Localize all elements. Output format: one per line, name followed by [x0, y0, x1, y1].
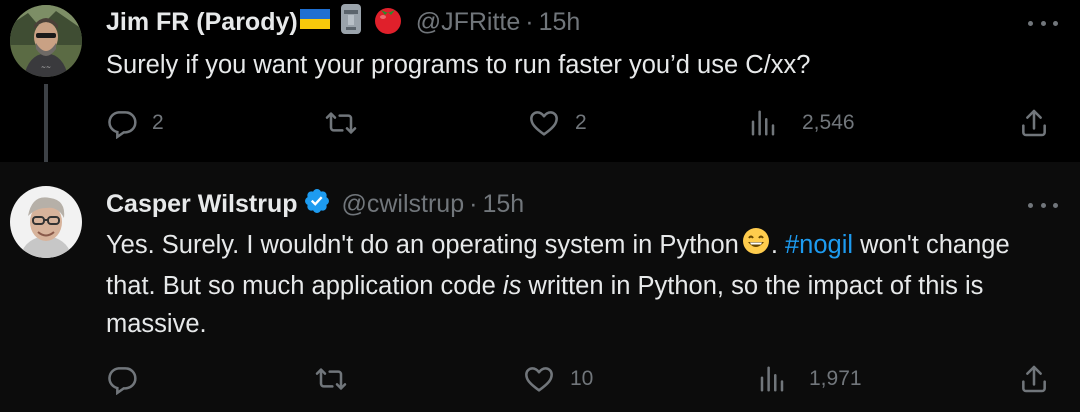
share-button[interactable]	[1018, 362, 1050, 396]
author-name[interactable]: Casper Wilstrup	[106, 190, 297, 219]
separator-dot: ·	[469, 189, 478, 218]
heart-icon	[525, 367, 553, 392]
svg-text:~~: ~~	[41, 64, 51, 71]
retweet-icon	[325, 112, 357, 134]
tweet-text-part: Yes. Surely. I wouldn't do an operating …	[106, 231, 739, 260]
share-icon	[1022, 365, 1046, 393]
reply-button[interactable]	[106, 362, 152, 396]
timestamp[interactable]: 15h	[539, 8, 581, 37]
ukraine-flag-icon	[299, 7, 330, 38]
tweet-text: Yes. Surely. I wouldn't do an operating …	[106, 226, 1046, 343]
avatar[interactable]	[10, 186, 82, 258]
like-button[interactable]: 2	[527, 106, 587, 140]
tweet-text: Surely if you want your programs to run …	[106, 51, 811, 79]
reply-button[interactable]: 2	[106, 106, 164, 140]
share-button[interactable]	[1018, 106, 1050, 140]
more-options-icon[interactable]	[1028, 198, 1058, 212]
tweet-parent[interactable]: ~~ Jim FR (Parody) @JFRitte · 15h Surely…	[0, 0, 1080, 176]
like-count: 10	[570, 367, 594, 390]
verified-badge-icon	[303, 187, 331, 222]
tweet-text-emphasis: is	[502, 272, 522, 300]
hashtag-link[interactable]: #nogil	[785, 231, 853, 259]
share-icon	[1022, 109, 1046, 137]
retweet-icon	[315, 368, 347, 390]
tweet-text-part: .	[770, 231, 785, 260]
reply-icon	[108, 111, 137, 139]
reply-count: 2	[152, 111, 164, 134]
moai-icon	[338, 3, 364, 42]
author-handle[interactable]: @cwilstrup	[341, 190, 464, 219]
views-chart-icon	[760, 366, 784, 392]
views-count: 1,971	[809, 367, 862, 390]
retweet-button[interactable]	[323, 106, 373, 140]
retweet-button[interactable]	[313, 362, 363, 396]
reply-icon	[108, 367, 137, 395]
tweet-reply[interactable]: Casper Wilstrup @cwilstrup · 15h Yes. Su…	[0, 162, 1080, 412]
avatar[interactable]: ~~	[10, 5, 82, 77]
separator-dot: ·	[525, 7, 534, 36]
tweet-header: Jim FR (Parody) @JFRitte · 15h	[106, 3, 581, 42]
views-count: 2,546	[802, 111, 855, 134]
author-name[interactable]: Jim FR (Parody)	[106, 8, 298, 37]
views-button[interactable]: 2,546	[748, 106, 855, 140]
action-bar: 10 1,971	[0, 362, 1080, 396]
tomato-icon	[372, 3, 404, 42]
timestamp[interactable]: 15h	[482, 190, 524, 219]
author-handle[interactable]: @JFRitte	[416, 8, 521, 37]
like-button[interactable]: 10	[522, 362, 593, 396]
action-bar: 2 2 2,546	[0, 106, 1080, 140]
like-count: 2	[575, 111, 587, 134]
grinning-face-emoji-icon	[741, 226, 771, 267]
more-options-icon[interactable]	[1028, 16, 1058, 30]
views-chart-icon	[751, 110, 775, 136]
tweet-header: Casper Wilstrup @cwilstrup · 15h	[106, 186, 524, 222]
heart-icon	[530, 111, 558, 136]
views-button[interactable]: 1,971	[757, 362, 862, 396]
